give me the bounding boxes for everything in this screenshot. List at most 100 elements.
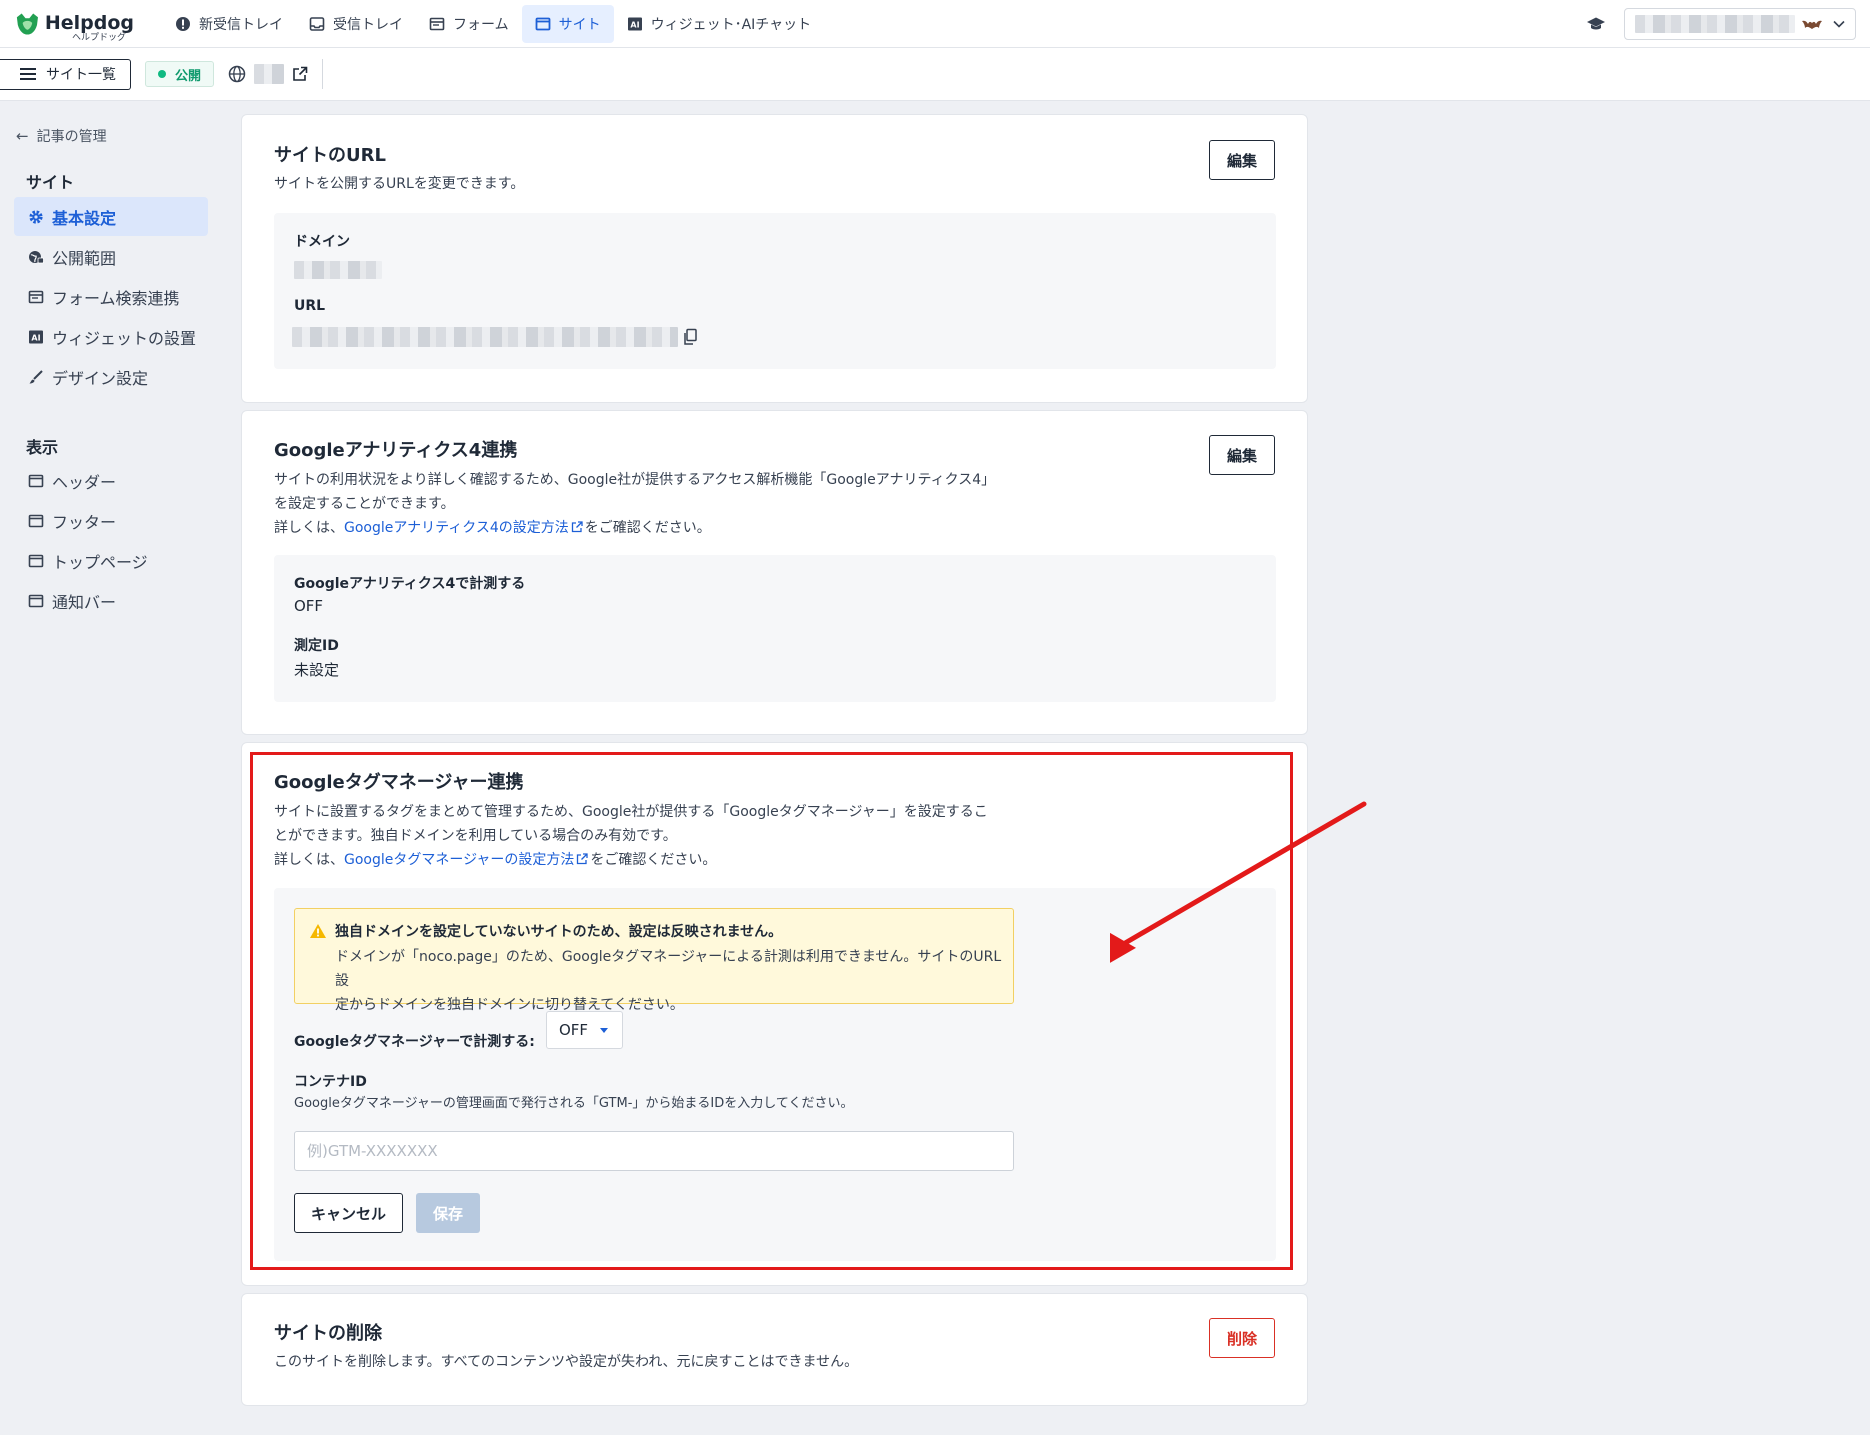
site-toolbar: サイト一覧 公開 (0, 48, 1870, 101)
edit-url-button[interactable]: 編集 (1209, 140, 1275, 180)
sidebar-section-site: サイト (26, 173, 75, 192)
warning-title: 独自ドメインを設定していないサイトのため、設定は反映されません。 (335, 924, 783, 940)
select-value: OFF (559, 1021, 589, 1039)
ai-icon: AI (28, 329, 44, 345)
desc-suffix: をご確認ください。 (590, 852, 717, 868)
desc-line-2: を設定することができます。 (274, 496, 455, 512)
top-right (1586, 7, 1856, 40)
desc-prefix: 詳しくは、 (274, 852, 344, 868)
window-icon (28, 513, 44, 529)
sidebar-item-widget-install[interactable]: AI ウィジェットの設置 (14, 317, 208, 356)
top-bar: Helpdog ヘルプドッグ 新受信トレイ 受信トレイ フォーム サイト AI … (0, 0, 1870, 48)
ga4-measure-value: OFF (294, 597, 324, 615)
bat-avatar-icon (1802, 20, 1822, 29)
copy-icon[interactable] (682, 328, 698, 346)
nav-site[interactable]: サイト (521, 4, 614, 43)
globe-lock-icon (28, 249, 44, 265)
alert-circle-icon (175, 16, 191, 32)
card-title: サイトのURL (274, 145, 386, 166)
sidebar-item-form-search[interactable]: フォーム検索連携 (14, 277, 208, 316)
brush-icon (28, 369, 44, 385)
published-dot-icon (158, 70, 166, 78)
svg-text:AI: AI (31, 333, 40, 342)
sidebar-item-label: トップページ (52, 552, 148, 572)
window-icon (28, 473, 44, 489)
status-badge: 公開 (145, 61, 215, 87)
back-label: 記事の管理 (36, 129, 107, 145)
card-description: サイトの利用状況をより詳しく確認するため、Google社が提供するアクセス解析機… (274, 468, 995, 540)
card-title: Googleタグマネージャー連携 (274, 772, 524, 793)
desc-line-1: サイトの利用状況をより詳しく確認するため、Google社が提供するアクセス解析機… (274, 472, 996, 488)
form-search-icon (28, 289, 44, 305)
ga4-id-value: 未設定 (294, 661, 340, 679)
site-list-button[interactable]: サイト一覧 (0, 58, 131, 90)
card-title: サイトの削除 (274, 1323, 382, 1344)
desc-line-3: 詳しくは、Googleアナリティクス4の設定方法 をご確認ください。 (274, 516, 995, 540)
site-name-area (228, 64, 308, 84)
account-switcher[interactable] (1624, 7, 1856, 40)
site-icon (535, 16, 551, 32)
nav-label: ウィジェット･AIチャット (650, 16, 812, 33)
card-description: サイトを公開するURLを変更できます。 (274, 176, 525, 192)
delete-site-card: サイトの削除 このサイトを削除します。すべてのコンテンツや設定が失われ、元に戻す… (241, 1293, 1308, 1406)
sidebar-item-basic-settings[interactable]: 基本設定 (14, 197, 208, 236)
sidebar-item-visibility[interactable]: 公開範囲 (14, 237, 208, 276)
site-name-redacted (254, 64, 285, 84)
card-description: サイトに設置するタグをまとめて管理するため、Google社が提供する「Googl… (274, 800, 988, 872)
sidebar-item-design[interactable]: デザイン設定 (14, 357, 208, 396)
svg-text:AI: AI (630, 20, 639, 29)
domain-label: ドメイン (294, 234, 350, 250)
sidebar-item-notification-bar[interactable]: 通知バー (14, 581, 208, 620)
desc-line-2: とができます。独自ドメインを利用している場合のみ有効です。 (274, 828, 677, 844)
cancel-button[interactable]: キャンセル (294, 1193, 403, 1233)
nav-new-inbox[interactable]: 新受信トレイ (162, 5, 296, 43)
toolbar-divider (322, 59, 324, 89)
edit-ga4-button[interactable]: 編集 (1209, 435, 1275, 475)
url-info-panel: ドメイン URL (274, 213, 1276, 369)
sidebar-item-top-page[interactable]: トップページ (14, 541, 208, 580)
warning-text: ドメインが「noco.page」のため、Googleタグマネージャーによる計測は… (335, 945, 1005, 1017)
delete-site-button[interactable]: 削除 (1209, 1318, 1275, 1358)
nav-label: フォーム (453, 16, 509, 33)
nav-form[interactable]: フォーム (416, 5, 522, 43)
desc-line-3: 詳しくは、Googleタグマネージャーの設定方法 をご確認ください。 (274, 848, 988, 872)
ga4-measure-label: Googleアナリティクス4で計測する (294, 576, 526, 592)
gtm-measure-select[interactable]: OFF (546, 1011, 623, 1049)
sidebar-item-label: フッター (52, 512, 117, 532)
gtm-card: Googleタグマネージャー連携 サイトに設置するタグをまとめて管理するため、G… (241, 742, 1308, 1286)
gtm-setup-link[interactable]: Googleタグマネージャーの設定方法 (344, 852, 574, 868)
window-icon (28, 553, 44, 569)
container-id-input[interactable] (294, 1131, 1014, 1171)
gtm-measure-label: Googleタグマネージャーで計測する: (294, 1034, 535, 1050)
sidebar-item-label: ウィジェットの設置 (52, 328, 197, 348)
back-to-article-management[interactable]: ← 記事の管理 (16, 126, 107, 146)
helpdog-logo[interactable]: Helpdog ヘルプドッグ (14, 0, 134, 48)
ga4-setup-link[interactable]: Googleアナリティクス4の設定方法 (344, 520, 569, 536)
sidebar-item-footer[interactable]: フッター (14, 501, 208, 540)
caret-down-icon (600, 1027, 609, 1033)
graduation-cap-icon[interactable] (1586, 14, 1606, 34)
nav-label: サイト (558, 16, 601, 33)
container-id-label: コンテナID (294, 1074, 367, 1090)
external-link-icon (571, 521, 583, 533)
card-title: Googleアナリティクス4連携 (274, 440, 518, 461)
card-description: このサイトを削除します。すべてのコンテンツや設定が失われ、元に戻すことはできませ… (274, 1354, 859, 1370)
sidebar-item-label: ヘッダー (52, 472, 117, 492)
nav-inbox[interactable]: 受信トレイ (296, 5, 416, 43)
account-name-redacted (1635, 14, 1795, 33)
external-link-icon[interactable] (292, 66, 308, 82)
nav-label: 受信トレイ (333, 16, 403, 33)
nav-widget-ai-chat[interactable]: AI ウィジェット･AIチャット (614, 5, 825, 43)
save-button[interactable]: 保存 (416, 1193, 480, 1233)
gear-icon (28, 209, 44, 225)
external-link-icon (577, 853, 589, 865)
sidebar-item-header[interactable]: ヘッダー (14, 461, 208, 500)
container-id-help: Googleタグマネージャーの管理画面で発行される「GTM-」から始まるIDを入… (294, 1096, 854, 1111)
sidebar-item-label: 通知バー (52, 592, 117, 612)
site-url-card: サイトのURL サイトを公開するURLを変更できます。 編集 ドメイン URL (241, 114, 1308, 403)
ai-icon: AI (627, 16, 643, 32)
warning-line-2: 定からドメインを独自ドメインに切り替えてください。 (335, 997, 684, 1013)
window-icon (28, 593, 44, 609)
sidebar-item-label: デザイン設定 (52, 368, 149, 388)
ga4-card: Googleアナリティクス4連携 サイトの利用状況をより詳しく確認するため、Go… (241, 410, 1308, 735)
